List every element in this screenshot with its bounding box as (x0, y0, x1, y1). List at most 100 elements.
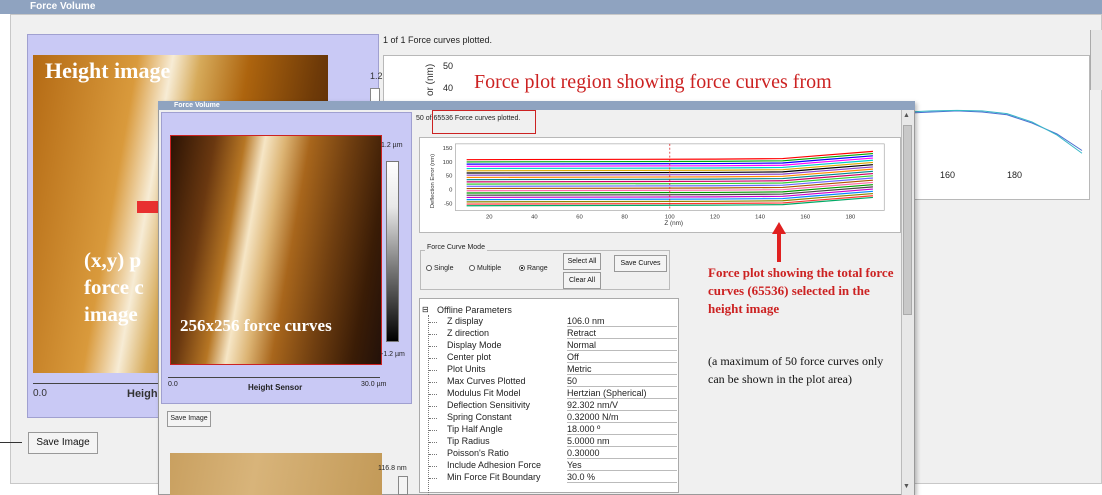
status-highlight-box (432, 110, 536, 134)
back-y-tick: 40 (443, 83, 454, 93)
tree-branch (429, 406, 437, 407)
front-scrollbar-thumb[interactable] (903, 125, 912, 315)
parameter-value[interactable]: 50 (567, 376, 677, 387)
back-axis-zero: 0.0 (33, 388, 47, 399)
front-axis-zero: 0.0 (168, 381, 178, 388)
parameter-name: Deflection Sensitivity (447, 400, 531, 410)
parameter-name: Display Mode (447, 340, 502, 350)
parameter-name: Z direction (447, 328, 490, 338)
radio-range[interactable]: Range (519, 265, 548, 272)
back-window-title: Force Volume (0, 0, 1102, 14)
save-curves-button[interactable]: Save Curves (614, 255, 667, 272)
red-marker (137, 201, 159, 213)
red-arrow-icon (772, 222, 786, 262)
parameter-value[interactable]: Yes (567, 460, 677, 471)
force-curve-plot[interactable]: 150100500-5020 40 60 80 100 120 140 160 180Z (nm… (419, 137, 901, 233)
front-scale-bottom-label: -1.2 µm (381, 351, 405, 358)
parameter-value[interactable]: 18.000 º (567, 424, 677, 435)
tree-branch (429, 418, 437, 419)
parameter-value[interactable]: 0.32000 N/m (567, 412, 677, 423)
scroll-up-icon[interactable]: ▲ (903, 112, 910, 119)
parameter-value[interactable]: 30.0 % (567, 472, 677, 483)
select-all-button[interactable]: Select All (563, 253, 601, 270)
back-plot-heading: Force plot region showing force curves f… (474, 71, 832, 93)
back-status-text: 1 of 1 Force curves plotted. (383, 35, 493, 45)
back-scrollbar[interactable] (1090, 30, 1102, 90)
back-force-curve-line (906, 109, 1083, 154)
tree-branch (429, 370, 437, 371)
radio-range-label: Range (527, 265, 548, 272)
radio-single-label: Single (434, 265, 454, 272)
x-tick-label: 160 (800, 214, 811, 220)
x-tick-label: 20 (486, 214, 493, 220)
parameter-value[interactable]: 92.302 nm/V (567, 400, 677, 411)
tree-branch (429, 466, 437, 467)
y-tick-label: 50 (446, 174, 453, 180)
back-plot-ylabel-text: or (nm) (425, 63, 436, 96)
back-image-axis (33, 383, 158, 384)
radio-dot (469, 265, 475, 271)
parameter-name: Tip Radius (447, 436, 490, 446)
y-tick-label: 150 (443, 146, 454, 152)
parameter-name: Max Curves Plotted (447, 376, 526, 386)
tree-branch (429, 478, 437, 479)
tree-branch (429, 382, 437, 383)
parameter-name: Poisson's Ratio (447, 448, 509, 458)
x-tick-label: 120 (710, 214, 721, 220)
tree-branch (429, 358, 437, 359)
parameter-value[interactable]: Normal (567, 340, 677, 351)
parameter-value[interactable]: 106.0 nm (567, 316, 677, 327)
tree-branch (429, 322, 437, 323)
parameter-value[interactable]: 5.0000 nm (567, 436, 677, 447)
back-axis-name: Heigh (127, 388, 158, 400)
radio-multiple[interactable]: Multiple (469, 265, 501, 272)
clear-all-button[interactable]: Clear All (563, 272, 601, 289)
y-tick-label: 100 (443, 160, 454, 166)
parameter-value[interactable]: 0.30000 (567, 448, 677, 459)
back-save-image-button[interactable]: Save Image (28, 432, 98, 454)
front-axis-end: 30.0 µm (361, 381, 387, 388)
back-divider (0, 442, 22, 443)
tree-branch (429, 346, 437, 347)
tree-branch (429, 394, 437, 395)
x-tick-label: 180 (845, 214, 856, 220)
tree-branch (429, 442, 437, 443)
parameter-name: Modulus Fit Model (447, 388, 521, 398)
radio-single[interactable]: Single (426, 265, 453, 272)
back-plot-curves (906, 109, 1083, 154)
front-second-image[interactable] (170, 453, 382, 495)
front-image-label: 256x256 force curves (180, 316, 332, 335)
y-tick-label: -50 (444, 201, 453, 207)
parameter-value[interactable]: Off (567, 352, 677, 363)
front-color-scale (386, 161, 399, 342)
back-xy-annotation: (x,y) p force c image (84, 248, 144, 326)
tree-line (428, 315, 429, 495)
back-force-curve-line (906, 110, 1083, 151)
scroll-down-icon[interactable]: ▼ (903, 483, 910, 490)
red-arrow-head (772, 222, 786, 262)
parameter-name: Spring Constant (447, 412, 512, 422)
back-plot-ylabel: or (nm) (425, 62, 437, 98)
front-scale-top-label: 1.2 µm (381, 142, 403, 149)
parameter-name: Center plot (447, 352, 492, 362)
y-tick-label: 0 (449, 188, 453, 194)
parameter-name: Tip Half Angle (447, 424, 503, 434)
annotation-black: (a maximum of 50 force curves only can b… (708, 354, 884, 386)
radio-multiple-label: Multiple (477, 265, 502, 272)
parameter-value[interactable]: Metric (567, 364, 677, 375)
tree-branch (429, 454, 437, 455)
front-save-image-button[interactable]: Save Image (167, 411, 211, 427)
front-image-axis (168, 377, 380, 378)
tree-branch (429, 430, 437, 431)
back-image-title: Height image (45, 58, 171, 83)
front-scale2-top-label: 116.8 nm (378, 465, 407, 472)
parameter-value[interactable]: Retract (567, 328, 677, 339)
collapse-icon[interactable]: ⊟ (422, 305, 429, 314)
x-tick-label: 140 (755, 214, 766, 220)
parameter-name: Include Adhesion Force (447, 460, 542, 470)
annotation-red: Force plot showing the total force curve… (708, 265, 894, 316)
x-tick-label: 60 (576, 214, 583, 220)
front-second-color-scale (398, 476, 408, 495)
force-curve-mode-label: Force Curve Mode (425, 244, 487, 251)
parameter-value[interactable]: Hertzian (Spherical) (567, 388, 677, 399)
